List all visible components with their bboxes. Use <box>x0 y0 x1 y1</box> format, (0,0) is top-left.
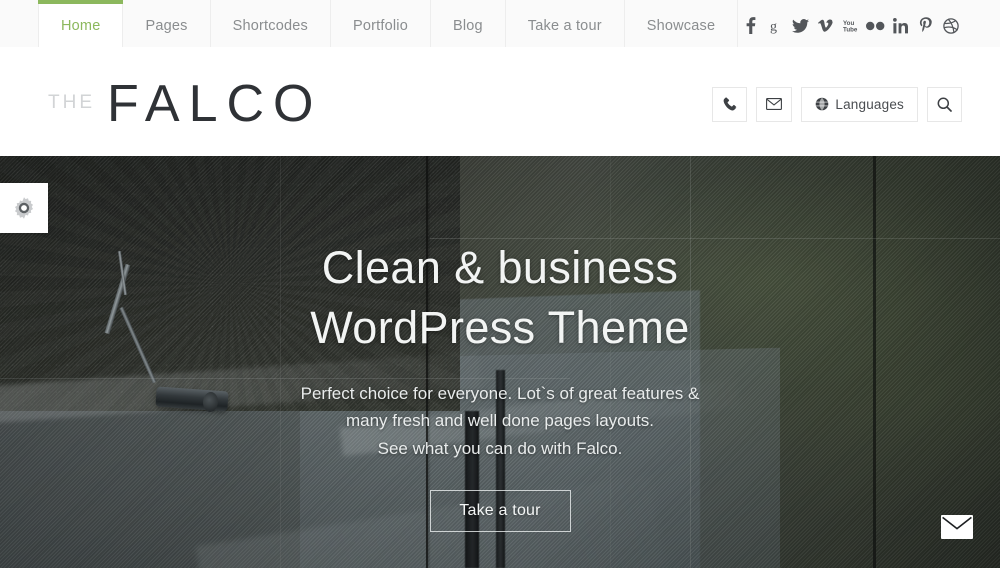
site-header: THE FALCO Languages <box>0 52 1000 156</box>
hero-title: Clean & business WordPress Theme <box>310 238 689 358</box>
search-icon <box>937 97 952 112</box>
logo-name: FALCO <box>107 75 323 133</box>
svg-text:g: g <box>770 20 777 35</box>
nav-label: Home <box>61 17 101 34</box>
hero-subtitle-line-3: See what you can do with Falco. <box>377 439 623 459</box>
top-navigation-bar: Home Pages Shortcodes Portfolio Blog Tak… <box>0 0 1000 56</box>
nav-label: Take a tour <box>527 17 602 34</box>
main-menu: Home Pages Shortcodes Portfolio Blog Tak… <box>38 0 739 56</box>
take-a-tour-button[interactable]: Take a tour <box>429 489 571 532</box>
languages-button[interactable]: Languages <box>801 86 918 122</box>
logo-prefix: THE <box>48 92 95 113</box>
hero-content: Clean & business WordPress Theme Perfect… <box>0 156 1000 568</box>
hero-subtitle: Perfect choice for everyone. Lot`s of gr… <box>301 380 700 463</box>
nav-item-showcase[interactable]: Showcase <box>625 0 739 51</box>
phone-button[interactable] <box>712 86 748 122</box>
phone-icon <box>723 97 737 111</box>
social-links: g You Tube <box>738 0 963 51</box>
hero-subtitle-line-1: Perfect choice for everyone. Lot`s of gr… <box>300 383 700 403</box>
site-logo[interactable]: THE FALCO <box>48 78 323 130</box>
header-action-buttons: Languages <box>712 86 962 122</box>
nav-item-blog[interactable]: Blog <box>431 0 506 51</box>
nav-item-pages[interactable]: Pages <box>123 0 211 51</box>
nav-label: Showcase <box>646 17 716 34</box>
email-button[interactable] <box>756 86 793 122</box>
nav-label: Blog <box>452 17 483 34</box>
flickr-icon[interactable] <box>863 13 888 39</box>
globe-icon <box>815 97 829 111</box>
gear-icon <box>11 195 37 221</box>
dribbble-icon[interactable] <box>938 13 963 39</box>
hero-title-line-1: Clean & business <box>321 242 679 293</box>
facebook-icon[interactable] <box>738 13 763 39</box>
nav-item-portfolio[interactable]: Portfolio <box>331 0 431 51</box>
languages-label: Languages <box>835 96 904 112</box>
hero-banner: Clean & business WordPress Theme Perfect… <box>0 156 1000 568</box>
vimeo-icon[interactable] <box>813 13 838 39</box>
linkedin-icon[interactable] <box>888 13 913 39</box>
envelope-icon <box>941 514 973 544</box>
svg-text:Tube: Tube <box>843 26 858 33</box>
nav-label: Portfolio <box>352 17 408 34</box>
nav-label: Pages <box>145 17 188 34</box>
theme-settings-button[interactable] <box>0 183 48 233</box>
pinterest-icon[interactable] <box>913 13 938 39</box>
youtube-icon[interactable]: You Tube <box>838 13 863 39</box>
nav-item-home[interactable]: Home <box>38 0 124 56</box>
contact-float-button[interactable] <box>940 514 974 544</box>
twitter-icon[interactable] <box>788 13 813 39</box>
nav-item-take-a-tour[interactable]: Take a tour <box>506 0 625 51</box>
hero-title-line-2: WordPress Theme <box>310 301 690 353</box>
google-plus-icon[interactable]: g <box>763 13 788 39</box>
nav-item-shortcodes[interactable]: Shortcodes <box>211 0 331 51</box>
search-button[interactable] <box>927 86 962 122</box>
envelope-icon <box>766 98 783 110</box>
hero-subtitle-line-2: many fresh and well done pages layouts. <box>345 411 655 431</box>
nav-label: Shortcodes <box>232 17 308 34</box>
